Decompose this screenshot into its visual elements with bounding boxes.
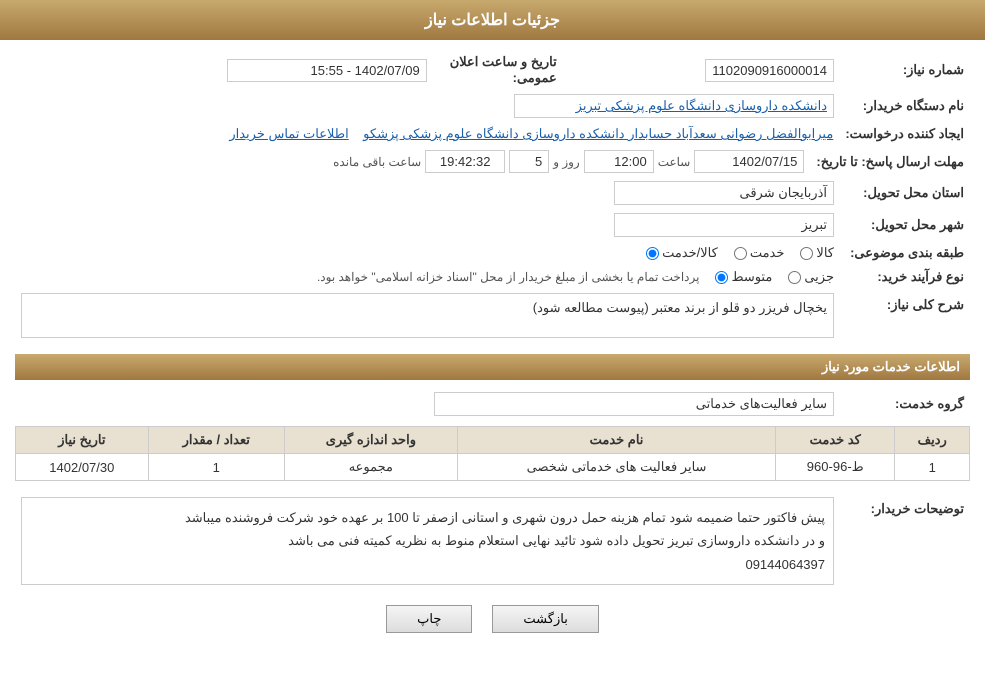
page-title: جزئیات اطلاعات نیاز xyxy=(425,12,560,29)
button-group: بازگشت چاپ xyxy=(15,605,970,633)
services-data-table: ردیف کد خدمت نام خدمت واحد اندازه گیری ت… xyxy=(15,426,970,481)
col-qty: تعداد / مقدار xyxy=(148,427,284,454)
content-area: شماره نیاز: 1102090916000014 تاریخ و ساع… xyxy=(0,40,985,653)
deadline-days-box: 5 xyxy=(509,150,549,173)
buyer-notes-table: توضیحات خریدار: پیش فاکتور حتما ضمیمه شو… xyxy=(15,493,970,589)
buyer-org-value: دانشکده داروسازی دانشگاه علوم پزشکی تبری… xyxy=(15,90,840,122)
need-desc-value: یخچال فریزر دو قلو از برند معتبر (پیوست … xyxy=(15,289,840,342)
service-group-value: سایر فعالیت‌های خدماتی xyxy=(15,388,840,420)
deadline-days-label: روز و xyxy=(553,155,580,169)
city-label: شهر محل تحویل: xyxy=(840,209,970,241)
info-table-purchase-type: نوع فرآیند خرید: جزیی متوسط پرداخت تمام … xyxy=(15,265,970,289)
deadline-date-box: 1402/07/15 xyxy=(694,150,804,173)
purchase-type-options: جزیی متوسط پرداخت تمام یا بخشی از مبلغ خ… xyxy=(15,265,840,289)
service-group-table: گروه خدمت: سایر فعالیت‌های خدماتی xyxy=(15,388,970,420)
date-box: 1402/07/09 - 15:55 xyxy=(227,59,427,82)
category-kala-radio[interactable] xyxy=(800,247,813,260)
service-group-box: سایر فعالیت‌های خدماتی xyxy=(434,392,834,416)
info-table-creator: ایجاد کننده درخواست: میرابوالفضل رضوانی … xyxy=(15,122,970,146)
category-kala-khedmat-item: کالا/خدمت xyxy=(646,245,718,261)
need-description-section: شرح کلی نیاز: یخچال فریزر دو قلو از برند… xyxy=(15,289,970,342)
purchase-motavasset-radio[interactable] xyxy=(715,271,728,284)
buyer-notes-section: توضیحات خریدار: پیش فاکتور حتما ضمیمه شو… xyxy=(15,493,970,589)
info-table-category: طبقه بندی موضوعی: کالا خدمت کالا/خدمت xyxy=(15,241,970,265)
watermark-container: یخچال فریزر دو قلو از برند معتبر (پیوست … xyxy=(21,293,834,338)
category-kala-khedmat-label: کالا/خدمت xyxy=(662,245,718,261)
purchase-motavasset-label: متوسط xyxy=(731,269,772,285)
col-row: ردیف xyxy=(895,427,970,454)
date-label: تاریخ و ساعت اعلان عمومی: xyxy=(433,50,563,90)
response-deadline-label: مهلت ارسال پاسخ: تا تاریخ: xyxy=(810,146,970,177)
date-value: 1402/07/09 - 15:55 xyxy=(15,50,433,90)
purchase-jozi-radio[interactable] xyxy=(788,271,801,284)
city-value: تبریز xyxy=(15,209,840,241)
contact-link[interactable]: اطلاعات تماس خریدار xyxy=(229,126,348,141)
category-khedmat-item: خدمت xyxy=(734,245,785,261)
buyer-org-label: نام دستگاه خریدار: xyxy=(840,90,970,122)
remaining-time-label: ساعت باقی مانده xyxy=(333,155,421,169)
info-table-top: شماره نیاز: 1102090916000014 تاریخ و ساع… xyxy=(15,50,970,90)
col-unit: واحد اندازه گیری xyxy=(284,427,457,454)
category-kala-item: کالا xyxy=(800,245,834,261)
province-box: آذربایجان شرقی xyxy=(614,181,834,205)
need-desc-label: شرح کلی نیاز: xyxy=(840,289,970,342)
creator-label: ایجاد کننده درخواست: xyxy=(839,122,970,146)
back-button[interactable]: بازگشت xyxy=(492,605,598,633)
purchase-type-note: پرداخت تمام یا بخشی از مبلغ خریدار از مح… xyxy=(317,270,700,284)
creator-name[interactable]: میرابوالفضل رضوانی سعدآباد حسابدار دانشک… xyxy=(363,126,833,141)
category-khedmat-label: خدمت xyxy=(750,245,785,261)
category-khedmat-radio[interactable] xyxy=(734,247,747,260)
page-wrapper: جزئیات اطلاعات نیاز شماره نیاز: 11020909… xyxy=(0,0,985,691)
category-kala-label: کالا xyxy=(816,245,834,261)
col-date: تاریخ نیاز xyxy=(16,427,149,454)
category-kala-khedmat-radio[interactable] xyxy=(646,247,659,260)
info-table-deadline: مهلت ارسال پاسخ: تا تاریخ: 1402/07/15 سا… xyxy=(15,146,970,177)
city-box: تبریز xyxy=(614,213,834,237)
purchase-motavasset-item: متوسط xyxy=(715,269,772,285)
service-info-title: اطلاعات خدمات مورد نیاز xyxy=(15,354,970,380)
service-group-label: گروه خدمت: xyxy=(840,388,970,420)
print-button[interactable]: چاپ xyxy=(386,605,472,633)
service-info-section: اطلاعات خدمات مورد نیاز گروه خدمت: سایر … xyxy=(15,354,970,481)
info-table-org: نام دستگاه خریدار: دانشکده داروسازی دانش… xyxy=(15,90,970,122)
deadline-time-box: 12:00 xyxy=(584,150,654,173)
creator-value: میرابوالفضل رضوانی سعدآباد حسابدار دانشک… xyxy=(15,122,839,146)
need-number-value: 1102090916000014 xyxy=(563,50,840,90)
buyer-notes-box: پیش فاکتور حتما ضمیمه شود تمام هزینه حمل… xyxy=(21,497,834,585)
purchase-jozi-item: جزیی xyxy=(788,269,834,285)
need-desc-box: یخچال فریزر دو قلو از برند معتبر (پیوست … xyxy=(21,293,834,338)
purchase-type-label: نوع فرآیند خرید: xyxy=(840,265,970,289)
province-label: استان محل تحویل: xyxy=(840,177,970,209)
buyer-org-box[interactable]: دانشکده داروسازی دانشگاه علوم پزشکی تبری… xyxy=(514,94,834,118)
purchase-jozi-label: جزیی xyxy=(804,269,834,285)
info-table-city: شهر محل تحویل: تبریز xyxy=(15,209,970,241)
category-options: کالا خدمت کالا/خدمت xyxy=(15,241,840,265)
buyer-notes-value: پیش فاکتور حتما ضمیمه شود تمام هزینه حمل… xyxy=(15,493,840,589)
table-row: 1ط-96-960سایر فعالیت های خدماتی شخصیمجمو… xyxy=(16,454,970,481)
deadline-time-label: ساعت xyxy=(658,155,691,169)
category-label: طبقه بندی موضوعی: xyxy=(840,241,970,265)
page-header: جزئیات اطلاعات نیاز xyxy=(0,0,985,40)
remaining-time-box: 19:42:32 xyxy=(425,150,505,173)
info-table-province: استان محل تحویل: آذربایجان شرقی xyxy=(15,177,970,209)
col-name: نام خدمت xyxy=(457,427,775,454)
deadline-row: 1402/07/15 ساعت 12:00 روز و 5 19:42:32 س… xyxy=(15,146,810,177)
col-code: کد خدمت xyxy=(776,427,895,454)
buyer-notes-label: توضیحات خریدار: xyxy=(840,493,970,589)
province-value: آذربایجان شرقی xyxy=(15,177,840,209)
need-number-label: شماره نیاز: xyxy=(840,50,970,90)
need-number-box: 1102090916000014 xyxy=(705,59,834,82)
need-desc-table: شرح کلی نیاز: یخچال فریزر دو قلو از برند… xyxy=(15,289,970,342)
